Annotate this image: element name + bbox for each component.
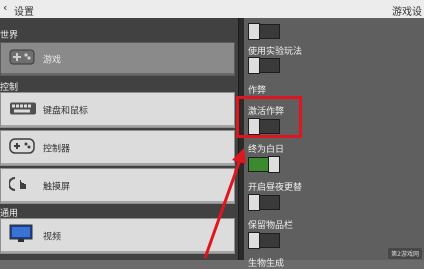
settings-panel: 使用实验玩法 作弊 激活作弊 终为白日 开启昼夜更替 保留物品栏 生物生成	[244, 18, 424, 269]
daylight-cycle-toggle[interactable]	[248, 194, 280, 211]
toggle-knob	[248, 232, 260, 249]
sidebar-item-video[interactable]: 视频	[0, 218, 235, 254]
section-world: 世界	[0, 31, 19, 41]
mob-spawning-label: 生物生成	[248, 259, 285, 269]
title-bar: ‹ 设置 游戏设	[0, 0, 424, 19]
touch-icon	[8, 174, 33, 198]
page-title: 设置	[14, 7, 34, 18]
toggle-knob	[248, 194, 260, 211]
cheats-section-label: 作弊	[248, 86, 267, 96]
always-day-label: 终为白日	[248, 145, 285, 155]
toggle-knob	[268, 156, 280, 173]
highlight-box	[236, 96, 302, 138]
monitor-icon	[9, 224, 33, 248]
sidebar-item-label: 视频	[43, 232, 62, 243]
always-day-toggle[interactable]	[248, 156, 280, 173]
keep-inventory-toggle[interactable]	[248, 232, 280, 249]
sidebar-item-game[interactable]: 游戏	[0, 42, 235, 76]
keyboard-icon	[9, 101, 37, 120]
daylight-cycle-label: 开启昼夜更替	[248, 183, 303, 193]
experimental-toggle[interactable]	[248, 57, 280, 74]
controller-icon	[9, 137, 35, 159]
world-icon	[9, 48, 35, 70]
sidebar-item-label: 触摸屏	[43, 182, 71, 193]
sidebar-item-label: 键盘和鼠标	[43, 106, 89, 117]
back-button[interactable]: ‹	[3, 1, 7, 14]
top-toggle[interactable]	[248, 23, 280, 40]
sidebar-item-label: 游戏	[43, 55, 62, 66]
keep-inventory-label: 保留物品栏	[248, 221, 294, 231]
sidebar-item-controller[interactable]: 控制器	[0, 130, 235, 166]
toggle-knob	[248, 57, 260, 74]
experimental-label: 使用实验玩法	[248, 47, 303, 57]
watermark: 第2游戏网	[388, 248, 422, 259]
panel-title: 游戏设	[392, 7, 422, 18]
sidebar-item-keyboard[interactable]: 键盘和鼠标	[0, 92, 235, 128]
sidebar-item-touch[interactable]: 触摸屏	[0, 168, 235, 204]
sidebar-item-label: 控制器	[43, 144, 71, 155]
settings-sidebar: 世界 游戏 控制 键盘和鼠标 控制器 触摸屏 通用 视频	[0, 18, 238, 260]
toggle-knob	[248, 23, 260, 40]
